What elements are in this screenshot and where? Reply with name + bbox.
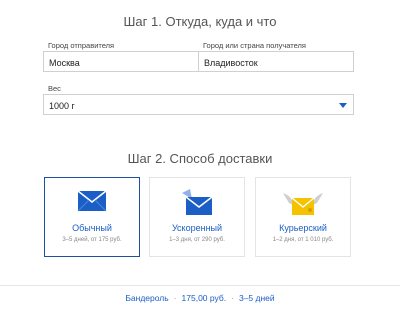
delivery-option-name: Курьерский bbox=[279, 223, 327, 233]
from-city-input[interactable]: Москва bbox=[43, 51, 199, 72]
summary-type: Бандероль bbox=[125, 293, 169, 303]
delivery-option-name: Ускоренный bbox=[171, 223, 223, 233]
delivery-option-regular[interactable]: Обычный 3–5 дней, от 175 руб. bbox=[44, 177, 140, 257]
delivery-option-courier[interactable]: Курьерский 1–2 дня, от 1 010 руб. bbox=[255, 177, 351, 257]
delivery-option-details: 3–5 дней, от 175 руб. bbox=[62, 237, 122, 243]
summary-price: 175,00 руб. bbox=[181, 293, 227, 303]
weight-select[interactable]: 1000 г bbox=[43, 94, 354, 115]
delivery-option-name: Обычный bbox=[72, 223, 112, 233]
summary-separator: · bbox=[231, 293, 234, 303]
to-city-label: Город или страна получателя bbox=[203, 41, 306, 50]
step2-title: Шаг 2. Способ доставки bbox=[127, 151, 273, 166]
step1-title: Шаг 1. Откуда, куда и что bbox=[123, 14, 277, 29]
to-city-input[interactable]: Владивосток bbox=[198, 51, 354, 72]
summary-duration: 3–5 дней bbox=[238, 293, 275, 303]
weight-label: Вес bbox=[48, 84, 61, 93]
winged-envelope-icon bbox=[283, 193, 323, 215]
paper-plane-envelope-icon bbox=[182, 189, 213, 215]
delivery-option-details: 1–2 дня, от 1 010 руб. bbox=[272, 237, 334, 243]
summary-separator: · bbox=[173, 293, 177, 303]
divider bbox=[0, 285, 400, 286]
order-summary: Бандероль · 175,00 руб. · 3–5 дней bbox=[0, 293, 400, 303]
weight-value: 1000 г bbox=[49, 101, 75, 111]
delivery-option-express[interactable]: Ускоренный 1–3 дня, от 290 руб. bbox=[149, 177, 245, 257]
envelope-icon bbox=[77, 190, 107, 212]
delivery-option-details: 1–3 дня, от 290 руб. bbox=[169, 237, 225, 243]
from-city-label: Город отправителя bbox=[48, 41, 115, 50]
dropdown-arrow-icon[interactable] bbox=[339, 103, 347, 108]
